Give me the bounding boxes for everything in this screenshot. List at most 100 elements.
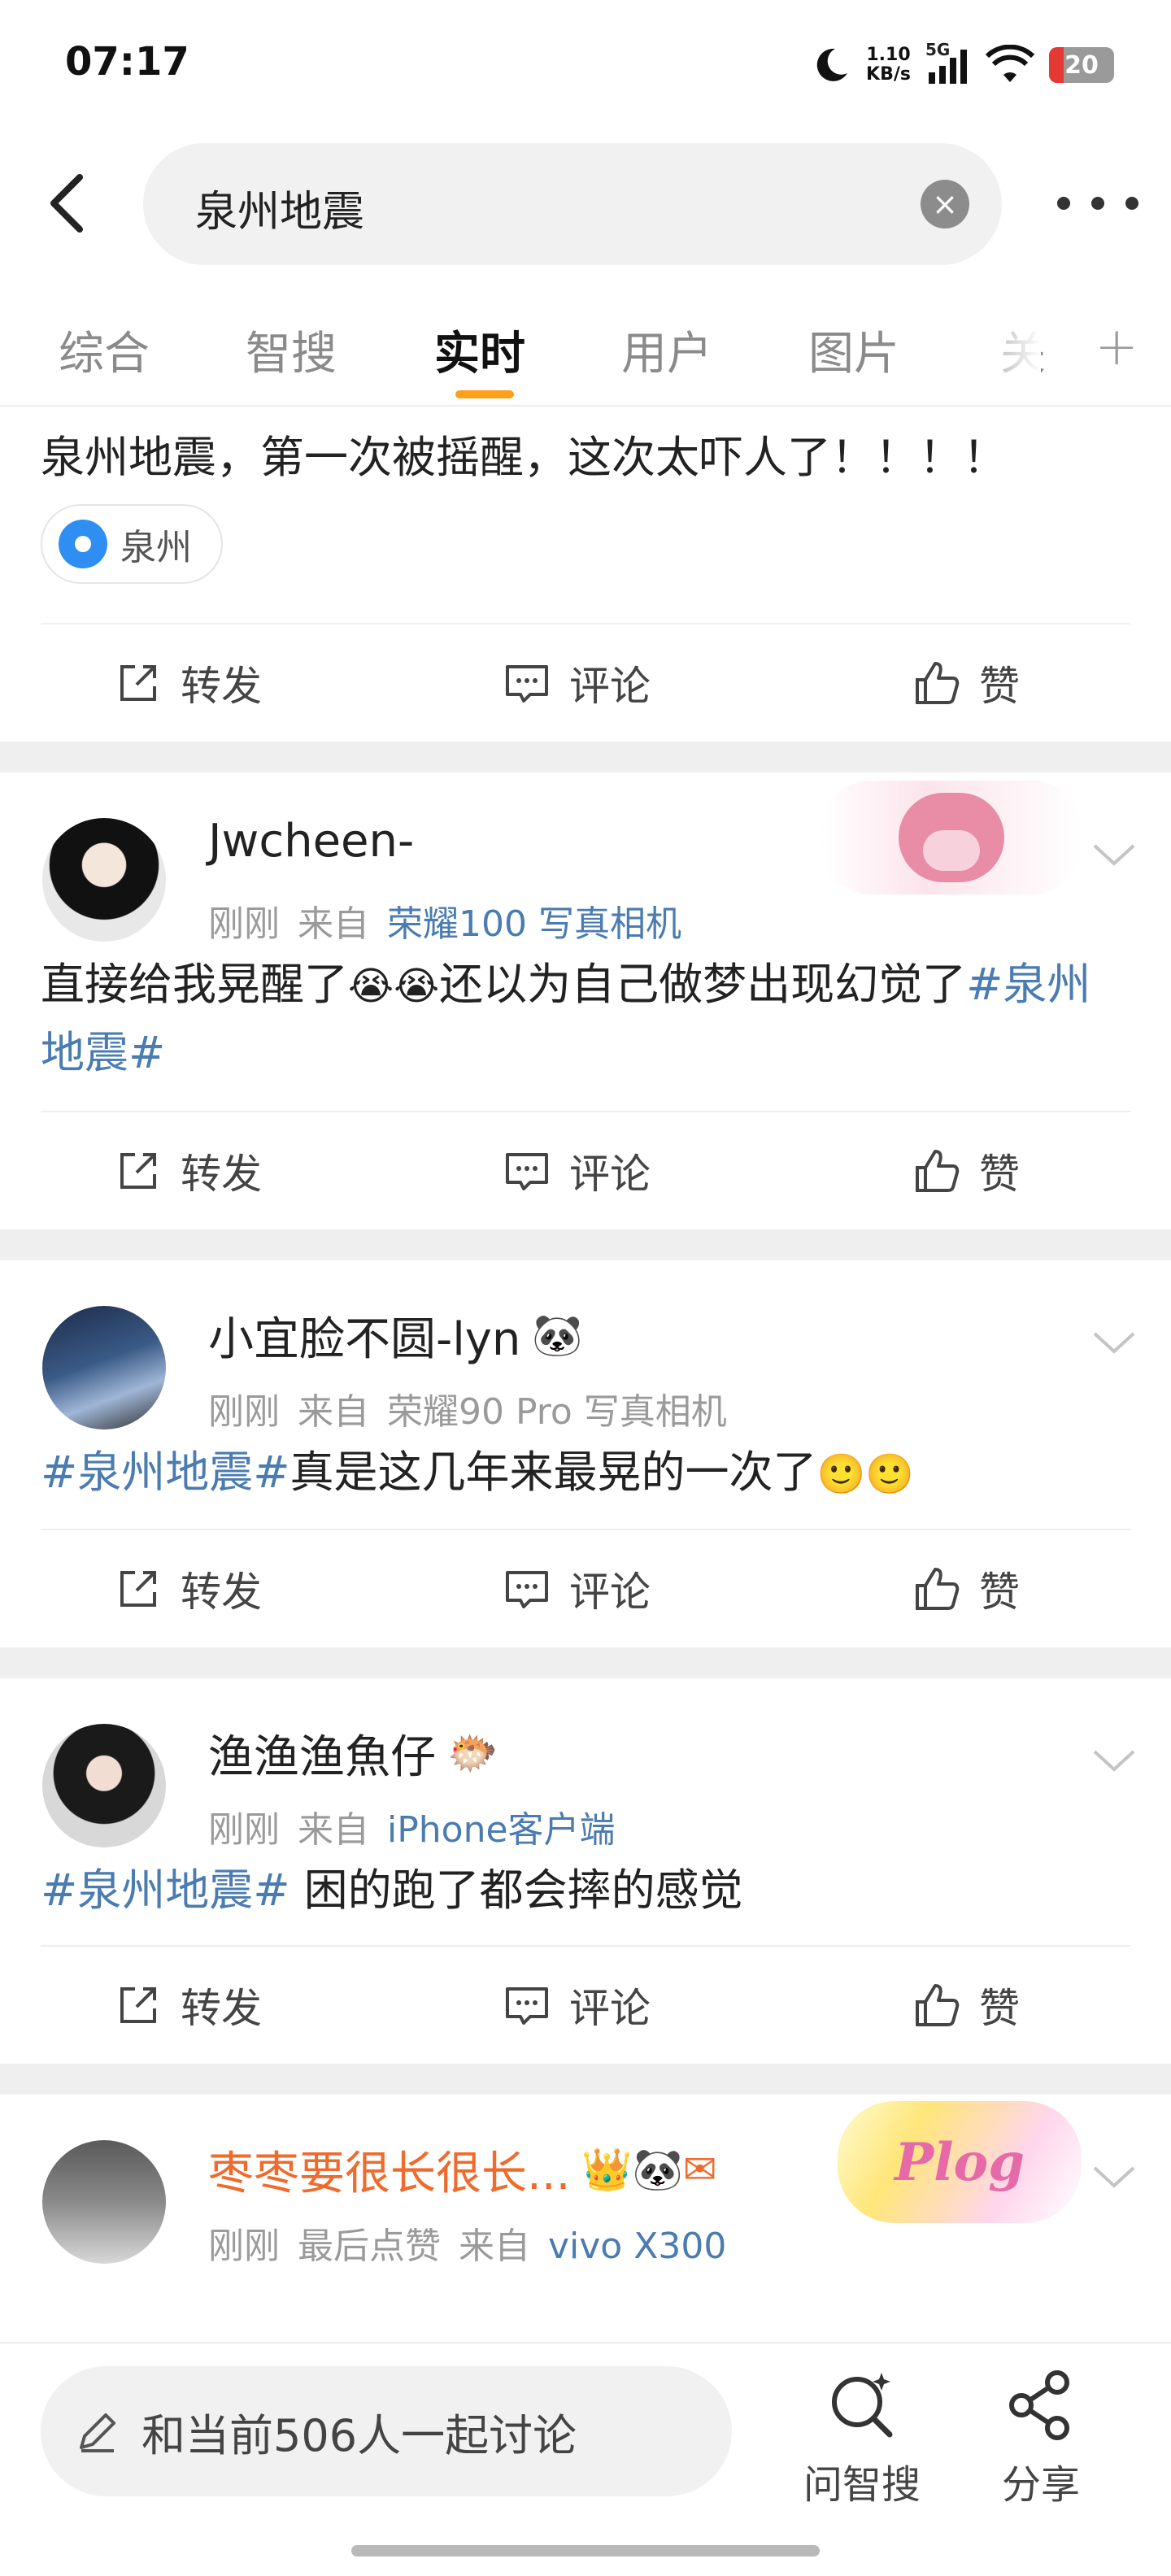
- share-button[interactable]: 分享: [976, 2365, 1106, 2509]
- like-label: 赞: [979, 1985, 1020, 2032]
- active-tab-indicator: [455, 390, 514, 398]
- topic-link[interactable]: #泉州地震#: [41, 1865, 290, 1916]
- post-card[interactable]: 渔渔渔魚仔 🐡 刚刚 来自 iPhone客户端 #泉州地震# 困的跑了都会摔的感觉 转…: [0, 1678, 1171, 2064]
- post-text: #泉州地震# 困的跑了都会摔的感觉: [0, 1857, 1171, 1924]
- repost-button[interactable]: 转发: [114, 1142, 262, 1200]
- share-label: 分享: [1001, 2462, 1080, 2508]
- repost-label: 转发: [181, 663, 262, 710]
- chevron-down-icon[interactable]: [1090, 1325, 1138, 1358]
- pufferfish-badge-icon: 🐡: [447, 1730, 498, 1777]
- add-tab-button[interactable]: +: [1095, 317, 1138, 377]
- post-card[interactable]: 泉州地震，第一次被摇醒，这次太吓人了！！！！ 泉州 转发 评论 赞: [0, 408, 1171, 742]
- tab-images[interactable]: 图片: [808, 317, 899, 383]
- more-options-button[interactable]: [1057, 187, 1138, 220]
- topic-link[interactable]: #泉州地震#: [41, 1447, 290, 1498]
- like-button[interactable]: 赞: [912, 1142, 1020, 1200]
- chevron-down-icon[interactable]: [1090, 1743, 1138, 1776]
- post-source-label: 来自: [459, 2226, 530, 2267]
- user-name[interactable]: Jwcheen-: [208, 815, 414, 868]
- like-button[interactable]: 赞: [912, 1976, 1020, 2034]
- wifi-icon: [986, 45, 1034, 82]
- post-card[interactable]: Jwcheen- 刚刚 来自 荣耀100 写真相机 直接给我晃醒了😭😭还以为自己做梦…: [0, 772, 1171, 1229]
- more-dot-icon: [1091, 197, 1104, 210]
- comment-button[interactable]: 评论: [503, 1142, 651, 1200]
- smart-search-icon: [832, 2373, 893, 2438]
- more-dot-icon: [1125, 197, 1138, 210]
- avatar[interactable]: [42, 1306, 166, 1429]
- post-header: 枣枣要很长很长... 👑🐼✉ 刚刚 最后点赞 来自 vivo X300 Plog: [0, 2095, 1171, 2274]
- feed-divider: [0, 2064, 1171, 2095]
- doraemon-emoji: 🙂🙂: [816, 1451, 915, 1497]
- search-query: 泉州地震: [195, 188, 365, 237]
- chevron-down-icon[interactable]: [1090, 2160, 1138, 2192]
- tab-users[interactable]: 用户: [621, 317, 712, 383]
- status-time: 07:17: [65, 39, 189, 85]
- share-icon: [1009, 2370, 1069, 2440]
- back-button[interactable]: [41, 171, 98, 236]
- avatar[interactable]: [42, 1724, 166, 1847]
- comment-button[interactable]: 评论: [503, 654, 651, 712]
- repost-label: 转发: [181, 1151, 262, 1198]
- tab-smart-search[interactable]: 智搜: [246, 317, 337, 383]
- tab-comprehensive[interactable]: 综合: [59, 317, 150, 383]
- post-card[interactable]: 小宜脸不圆-lyn 🐼 刚刚 来自 荣耀90 Pro 写真相机 #泉州地震#真是这几年…: [0, 1260, 1171, 1647]
- status-bar: 07:17 1.10 KB/s 5G 20: [0, 0, 1171, 130]
- repost-button[interactable]: 转发: [114, 1976, 262, 2034]
- post-device[interactable]: vivo X300: [548, 2226, 726, 2267]
- comment-label: 评论: [569, 1569, 651, 1616]
- comment-label: 评论: [569, 1151, 651, 1198]
- comment-icon: [506, 1987, 548, 2025]
- crying-emoji: 😭😭: [348, 964, 440, 1009]
- post-source-label: 来自: [298, 1391, 369, 1433]
- post-card[interactable]: 枣枣要很长很长... 👑🐼✉ 刚刚 最后点赞 来自 vivo X300 Plog: [0, 2095, 1171, 2274]
- like-button[interactable]: 赞: [912, 1560, 1020, 1618]
- user-name[interactable]: 枣枣要很长很长... 👑🐼✉: [208, 2137, 717, 2203]
- post-actions: 转发 评论 赞: [41, 1111, 1130, 1229]
- like-button[interactable]: 赞: [912, 654, 1020, 712]
- chevron-left-icon: [50, 174, 83, 233]
- plog-sticker-label: Plog: [895, 2131, 1025, 2193]
- post-meta: 刚刚 来自 荣耀100 写真相机: [208, 894, 699, 946]
- post-text-part: 直接给我晃醒了: [41, 959, 348, 1010]
- post-source-label: 来自: [298, 903, 369, 945]
- thumbs-up-icon: [916, 1984, 960, 2026]
- repost-icon: [120, 1987, 156, 2023]
- avatar[interactable]: [42, 818, 166, 942]
- location-tag[interactable]: 泉州: [41, 504, 223, 584]
- thumbs-up-icon: [916, 1568, 960, 1610]
- repost-button[interactable]: 转发: [114, 654, 262, 712]
- post-time: 刚刚: [208, 1809, 280, 1851]
- clear-search-button[interactable]: ×: [921, 180, 969, 228]
- home-indicator[interactable]: [351, 2545, 820, 2556]
- comment-button[interactable]: 评论: [503, 1560, 651, 1618]
- search-input[interactable]: 泉州地震 ×: [143, 143, 1002, 265]
- location-label: 泉州: [120, 527, 192, 568]
- discuss-input[interactable]: 和当前506人一起讨论: [41, 2366, 732, 2496]
- comment-icon: [506, 665, 548, 703]
- comment-icon: [506, 1153, 548, 1190]
- chevron-down-icon[interactable]: [1090, 838, 1138, 870]
- comment-button[interactable]: 评论: [503, 1976, 651, 2034]
- user-name-text: 渔渔渔魚仔: [208, 1731, 436, 1784]
- status-icons: 1.10 KB/s 5G 20: [811, 40, 1114, 89]
- post-meta: 刚刚 来自 iPhone客户端: [208, 1800, 633, 1852]
- post-text-part: 真是这几年来最晃的一次了: [289, 1447, 817, 1498]
- repost-label: 转发: [181, 1569, 262, 1616]
- post-actions: 转发 评论 赞: [41, 623, 1130, 742]
- avatar[interactable]: [42, 2140, 166, 2264]
- post-time: 刚刚: [208, 2226, 280, 2267]
- pencil-icon: [80, 2413, 115, 2452]
- post-device[interactable]: 荣耀90 Pro 写真相机: [387, 1391, 727, 1433]
- user-name[interactable]: 渔渔渔魚仔 🐡: [208, 1721, 498, 1786]
- repost-button[interactable]: 转发: [114, 1560, 262, 1618]
- post-device[interactable]: 荣耀100 写真相机: [387, 903, 681, 945]
- post-text: 直接给我晃醒了😭😭还以为自己做梦出现幻觉了#泉州地震#: [0, 951, 1171, 1086]
- tab-realtime[interactable]: 实时: [434, 317, 525, 383]
- comment-label: 评论: [569, 663, 651, 710]
- user-name[interactable]: 小宜脸不圆-lyn 🐼: [208, 1303, 583, 1368]
- post-device[interactable]: iPhone客户端: [387, 1809, 616, 1851]
- ask-smart-search-button[interactable]: 问智搜: [797, 2365, 927, 2509]
- post-extra-label: 最后点赞: [298, 2226, 441, 2267]
- post-actions: 转发 评论 赞: [41, 1529, 1130, 1647]
- bear-sticker-icon: [899, 793, 1004, 882]
